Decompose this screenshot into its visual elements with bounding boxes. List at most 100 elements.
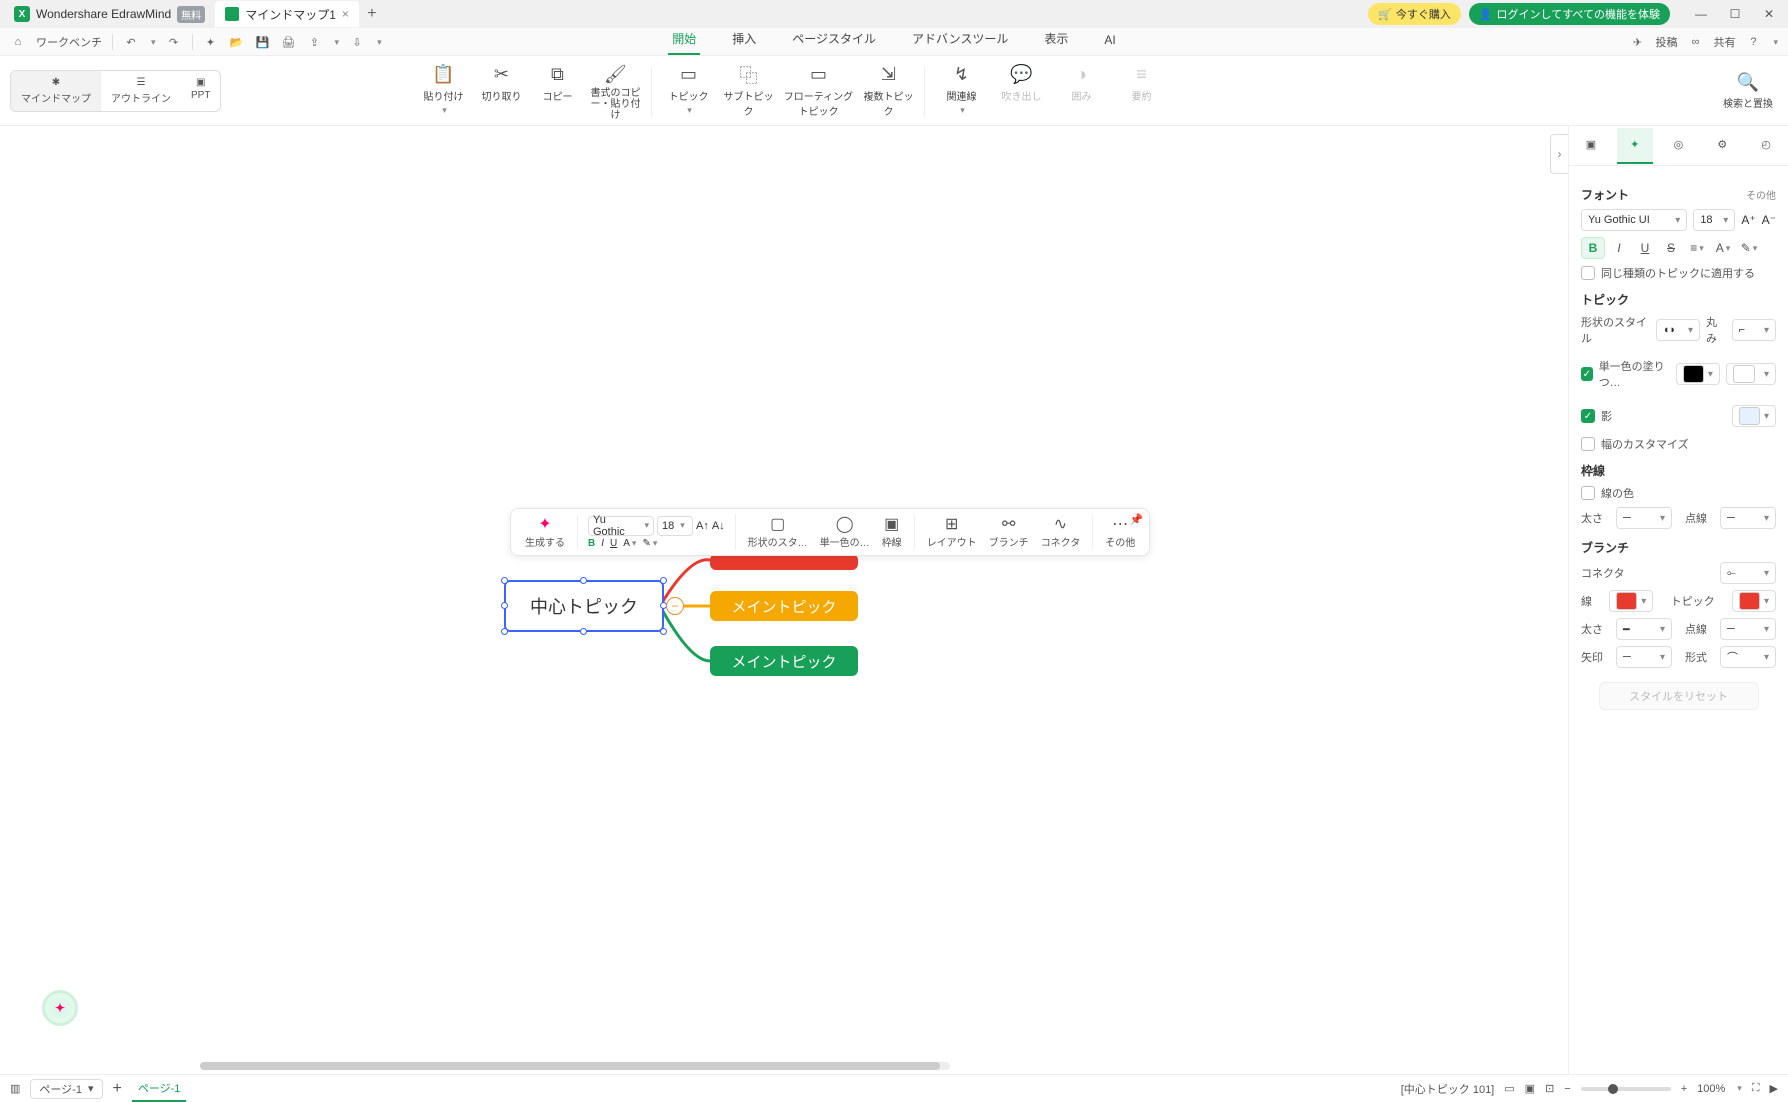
font-family-select[interactable]: Yu Gothic UI▾ <box>1581 209 1687 231</box>
center-topic-node[interactable]: 中心トピック <box>504 580 664 632</box>
send-icon[interactable]: ✈ <box>1629 34 1645 50</box>
connector-select[interactable]: ⟜▾ <box>1720 562 1776 584</box>
resize-handle[interactable] <box>501 602 508 609</box>
float-font-select[interactable]: Yu Gothic▾ <box>588 516 654 536</box>
redo-icon[interactable]: ↷ <box>166 34 182 50</box>
float-branch-button[interactable]: ⚯ブランチ <box>983 515 1035 549</box>
width-custom-checkbox[interactable]: 幅のカスタマイズ <box>1581 436 1776 452</box>
thickness-select[interactable]: ─▾ <box>1616 507 1672 529</box>
tab-add-button[interactable]: + <box>359 1 385 27</box>
help-icon[interactable]: ? <box>1745 34 1761 50</box>
side-tab-style[interactable]: ✦ <box>1617 128 1653 164</box>
share-link[interactable]: 共有 <box>1713 34 1735 50</box>
fill-gradient-select[interactable]: ▾ <box>1726 363 1776 385</box>
side-tab-tag[interactable]: ◎ <box>1660 128 1696 164</box>
shadow-color-select[interactable]: ▾ <box>1732 405 1776 427</box>
resize-handle[interactable] <box>501 628 508 635</box>
add-page-button[interactable]: + <box>113 1080 122 1098</box>
fullscreen-icon[interactable]: ⛶ <box>1752 1082 1760 1095</box>
fill-color-select[interactable]: ▾ <box>1676 363 1720 385</box>
resize-handle[interactable] <box>660 628 667 635</box>
arrow-select[interactable]: ─▾ <box>1616 646 1672 668</box>
zoom-out-button[interactable]: − <box>1564 1083 1570 1095</box>
bold-icon[interactable]: B <box>588 538 595 549</box>
line-color-select[interactable]: ▾ <box>1609 590 1653 612</box>
side-tab-history[interactable]: ◴ <box>1748 128 1784 164</box>
import-icon[interactable]: ⇩ <box>349 34 365 50</box>
page-select[interactable]: ページ-1▾ <box>30 1079 102 1099</box>
open-icon[interactable]: 📂 <box>229 34 245 50</box>
multi-topic-button[interactable]: ⇲複数トピック <box>858 60 918 122</box>
float-border-button[interactable]: ▣枠線 <box>876 515 908 549</box>
italic-icon[interactable]: I <box>601 538 604 549</box>
strike-button[interactable]: S <box>1659 237 1683 259</box>
view-mindmap[interactable]: ✱マインドマップ <box>11 71 101 111</box>
add-child-handle[interactable]: − <box>666 597 684 615</box>
floating-topic-button[interactable]: ▭フローティングトピック <box>778 60 858 122</box>
highlight-icon[interactable]: ✎▾ <box>642 538 657 549</box>
minimize-icon[interactable]: — <box>1686 2 1716 26</box>
zoom-value[interactable]: 100% <box>1697 1083 1725 1095</box>
resize-handle[interactable] <box>501 577 508 584</box>
app-tab[interactable]: X Wondershare EdrawMind 無料 <box>4 1 215 27</box>
zoom-knob[interactable] <box>1608 1084 1618 1094</box>
apply-same-checkbox[interactable]: 同じ種類のトピックに適用する <box>1581 265 1776 281</box>
fit-width-icon[interactable]: ▭ <box>1504 1082 1514 1095</box>
save-icon[interactable]: 💾 <box>255 34 271 50</box>
search-replace-button[interactable]: 🔍検索と置換 <box>1718 67 1778 114</box>
border-color-checkbox[interactable]: 線の色 <box>1581 485 1776 501</box>
bold-button[interactable]: B <box>1581 237 1605 259</box>
underline-button[interactable]: U <box>1633 237 1657 259</box>
highlight-button[interactable]: ✎▾ <box>1737 237 1761 259</box>
side-tab-icon[interactable]: ⚙ <box>1704 128 1740 164</box>
fit-page-icon[interactable]: ▣ <box>1525 1082 1535 1095</box>
canvas[interactable]: 中心トピック − メイントピック メイントピック ✦生成する Y <box>0 126 1568 1074</box>
new-icon[interactable]: ✦ <box>203 34 219 50</box>
present-icon[interactable]: ▶ <box>1770 1082 1778 1095</box>
maximize-icon[interactable]: ☐ <box>1720 2 1750 26</box>
print-icon[interactable]: 🖨 <box>281 34 297 50</box>
float-size-select[interactable]: 18▾ <box>657 516 693 536</box>
close-icon[interactable]: × <box>342 7 349 21</box>
fill-checkbox[interactable]: ✓単一色の塗りつ… <box>1581 358 1670 390</box>
main-topic-node-3[interactable]: メイントピック <box>710 646 858 676</box>
resize-handle[interactable] <box>580 577 587 584</box>
font-other[interactable]: その他 <box>1746 187 1776 202</box>
font-size-select[interactable]: 18▾ <box>1693 209 1735 231</box>
document-tab[interactable]: マインドマップ1 × <box>215 1 359 27</box>
pin-icon[interactable]: 📌 <box>1130 513 1144 526</box>
main-topic-node-1[interactable] <box>710 554 858 570</box>
side-tab-page[interactable]: ▣ <box>1573 128 1609 164</box>
page-tab[interactable]: ページ-1 <box>132 1076 187 1102</box>
login-button[interactable]: 👤 ログインしてすべての機能を体験 <box>1469 3 1670 25</box>
dash-select[interactable]: ─▾ <box>1720 507 1776 529</box>
resize-handle[interactable] <box>660 577 667 584</box>
branch-dash-select[interactable]: ─▾ <box>1720 618 1776 640</box>
post-link[interactable]: 投稿 <box>1655 34 1677 50</box>
format-painter-button[interactable]: 🖌書式のコピー・貼り付け <box>585 60 645 125</box>
float-layout-button[interactable]: ⊞レイアウト <box>921 515 983 549</box>
zoom-out-fit-icon[interactable]: ⊡ <box>1545 1082 1554 1095</box>
main-topic-node-2[interactable]: メイントピック <box>710 591 858 621</box>
subtopic-button[interactable]: ⿻サブトピック <box>718 60 778 122</box>
ai-generate-button[interactable]: ✦生成する <box>519 515 571 549</box>
scrollbar-thumb[interactable] <box>200 1062 940 1070</box>
cut-button[interactable]: ✂切り取り <box>473 60 529 107</box>
outline-toggle-icon[interactable]: ▥ <box>10 1082 20 1095</box>
close-window-icon[interactable]: ✕ <box>1754 2 1784 26</box>
align-button[interactable]: ≡▾ <box>1685 237 1709 259</box>
zoom-in-button[interactable]: + <box>1681 1083 1687 1095</box>
panel-collapse-button[interactable]: › <box>1550 134 1568 174</box>
shadow-checkbox[interactable]: ✓影 <box>1581 408 1612 424</box>
view-ppt[interactable]: ▣PPT <box>181 71 220 111</box>
font-decrease-icon[interactable]: A⁻ <box>1762 213 1776 227</box>
copy-button[interactable]: ⧉コピー <box>529 60 585 107</box>
buy-button[interactable]: 🛒 今すぐ購入 <box>1368 3 1461 25</box>
branch-thickness-select[interactable]: ━▾ <box>1616 618 1672 640</box>
ai-bubble-button[interactable]: ✦ <box>42 990 78 1026</box>
font-increase-icon[interactable]: A↑ <box>696 520 709 532</box>
workbench-link[interactable]: ワークベンチ <box>36 34 102 50</box>
paste-button[interactable]: 📋貼り付け▾ <box>413 60 473 120</box>
home-icon[interactable]: ⌂ <box>10 34 26 50</box>
italic-button[interactable]: I <box>1607 237 1631 259</box>
